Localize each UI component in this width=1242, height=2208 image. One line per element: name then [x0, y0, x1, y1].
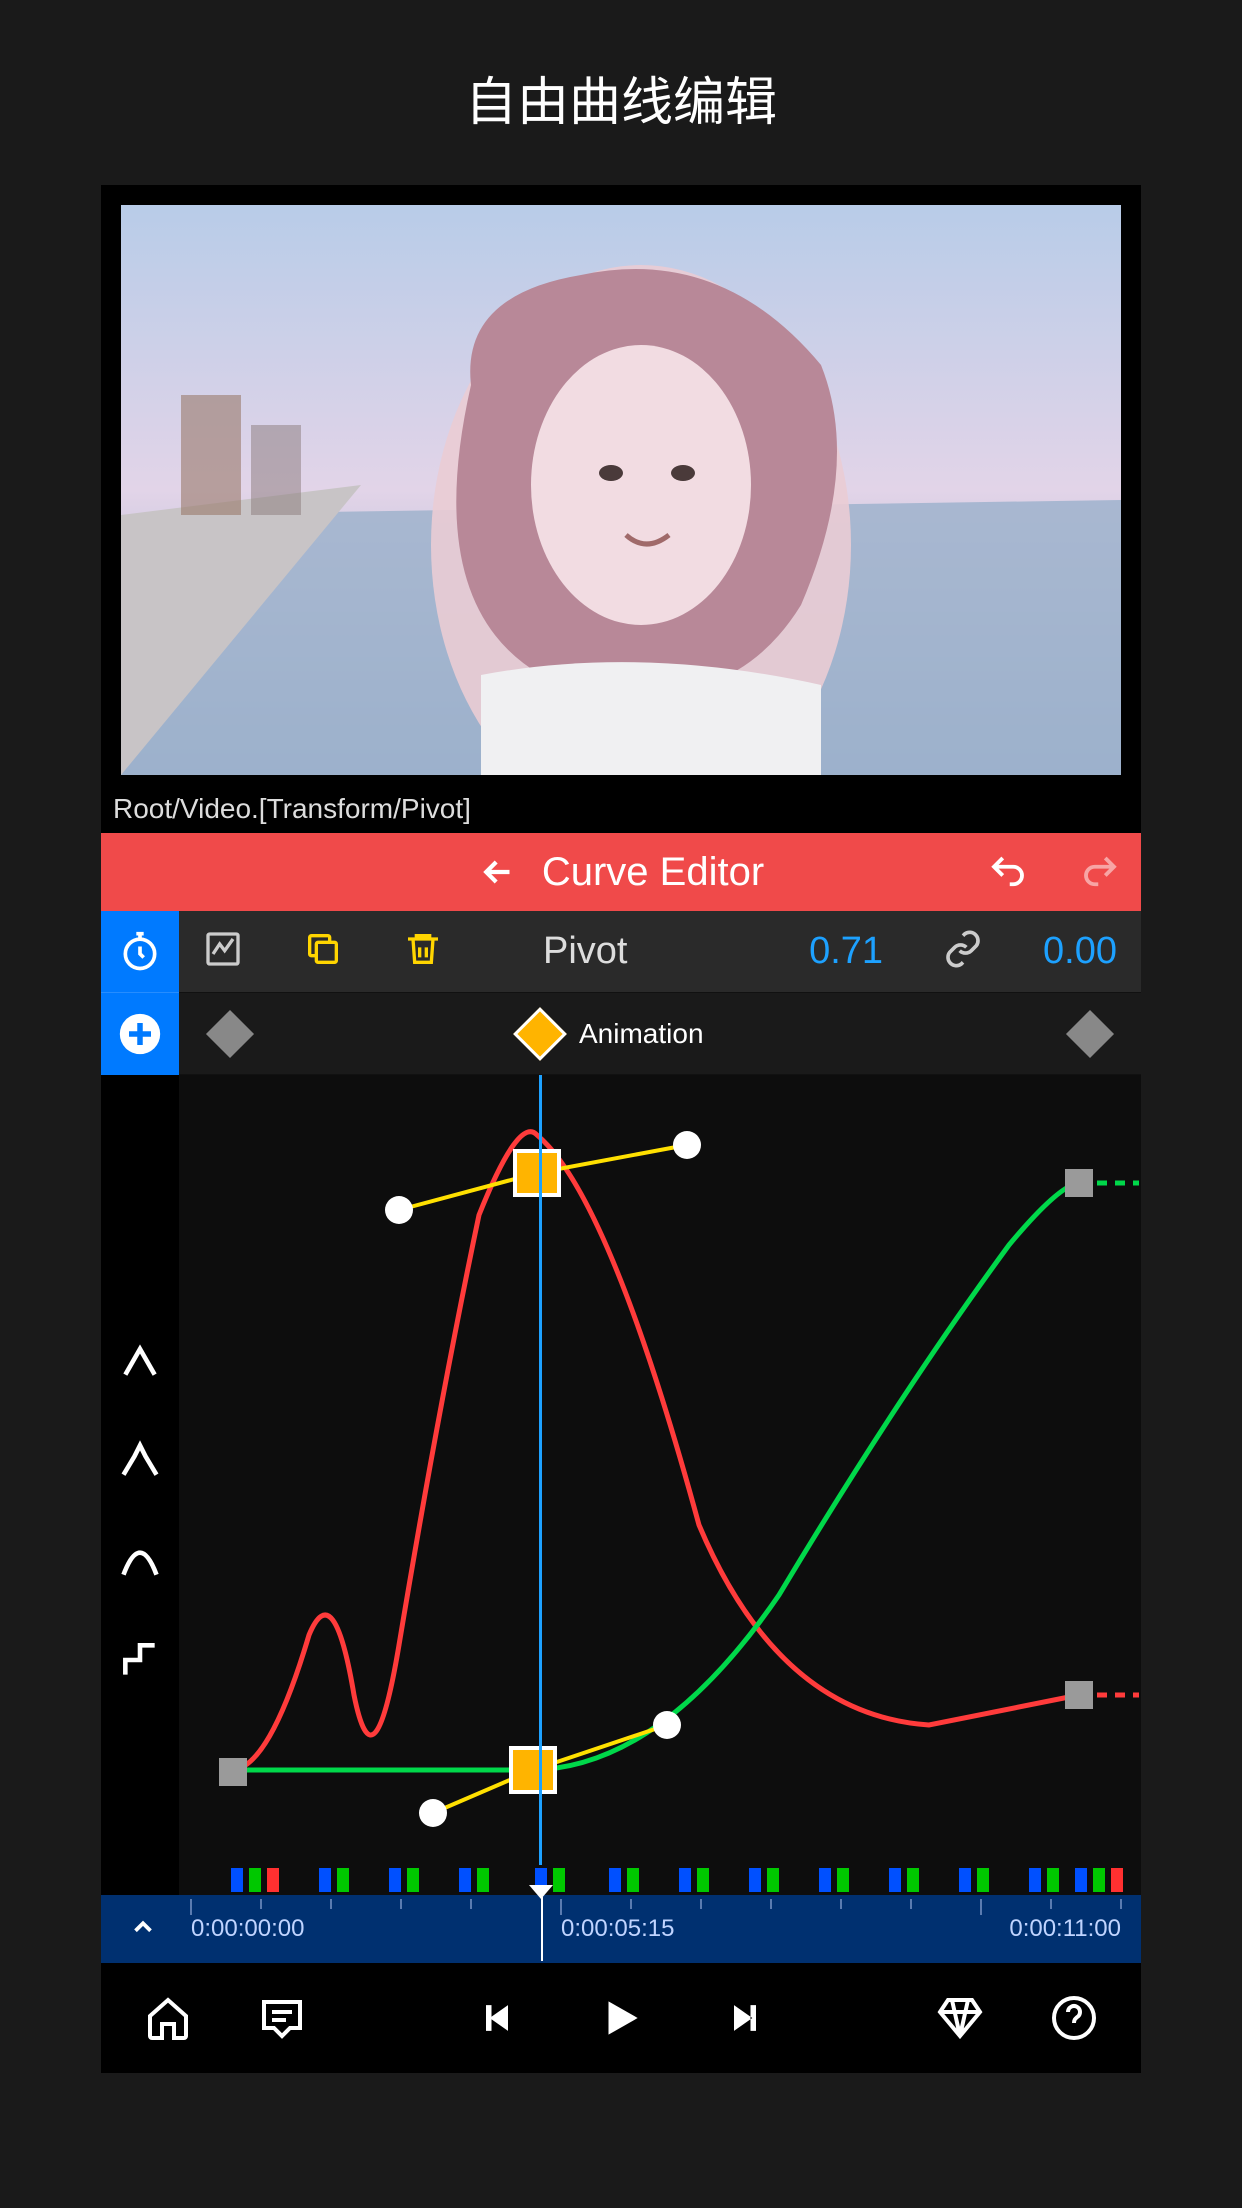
- bottom-bar: [101, 1963, 1141, 2073]
- step-back-icon[interactable]: [470, 1991, 524, 2045]
- rail-add-button[interactable]: [101, 993, 179, 1075]
- link-icon[interactable]: [943, 929, 983, 974]
- tool-sharp-icon[interactable]: [115, 1435, 165, 1485]
- tool-linear-icon[interactable]: [115, 1335, 165, 1385]
- video-preview[interactable]: [121, 205, 1121, 775]
- toolbar-value-a[interactable]: 0.71: [809, 930, 883, 973]
- timeline-ticks: [101, 1895, 1141, 1963]
- app-frame: Root/Video.[Transform/Pivot] Curve Edito…: [101, 185, 1141, 2073]
- rail-clock-button[interactable]: [101, 911, 179, 993]
- editor-body: Pivot 0.71 0.00 Animation: [101, 911, 1141, 1895]
- undo-icon[interactable]: [987, 851, 1029, 893]
- comment-icon[interactable]: [255, 1991, 309, 2045]
- play-icon[interactable]: [594, 1991, 648, 2045]
- page-title: 自由曲线编辑: [0, 0, 1242, 185]
- titlebar-title: Curve Editor: [542, 850, 764, 895]
- tool-step-icon[interactable]: [115, 1635, 165, 1685]
- trash-icon[interactable]: [403, 929, 443, 974]
- back-arrow-icon[interactable]: [478, 852, 518, 892]
- curve-canvas[interactable]: [179, 1075, 1141, 1865]
- keyframe-diamond-end[interactable]: [1066, 1009, 1114, 1057]
- toolbar-value-b[interactable]: 0.00: [1043, 930, 1117, 973]
- toolbar: Pivot 0.71 0.00: [179, 911, 1141, 993]
- diamond-icon[interactable]: [933, 1991, 987, 2045]
- keyframe-row[interactable]: Animation: [179, 993, 1141, 1075]
- keyframe-label: Animation: [579, 1018, 704, 1050]
- main-panel: Pivot 0.71 0.00 Animation: [179, 911, 1141, 1895]
- help-icon[interactable]: [1047, 1991, 1101, 2045]
- timeline[interactable]: 0:00:00:00 0:00:05:15 0:00:11:00: [101, 1895, 1141, 1963]
- tool-bezier-icon[interactable]: [115, 1535, 165, 1585]
- chart-icon[interactable]: [203, 929, 243, 974]
- marker-strip: [179, 1865, 1141, 1895]
- playhead-line[interactable]: [539, 1075, 542, 1865]
- left-rail: [101, 911, 179, 1895]
- copy-icon[interactable]: [303, 929, 343, 974]
- step-forward-icon[interactable]: [718, 1991, 772, 2045]
- preview-placeholder: [121, 205, 1121, 775]
- toolbar-property-label: Pivot: [543, 930, 627, 973]
- keyframe-diamond-start[interactable]: [206, 1009, 254, 1057]
- breadcrumb: Root/Video.[Transform/Pivot]: [101, 785, 1141, 833]
- keyframe-diamond-current[interactable]: [513, 1007, 567, 1061]
- home-icon[interactable]: [141, 1991, 195, 2045]
- redo-icon[interactable]: [1079, 851, 1121, 893]
- titlebar: Curve Editor: [101, 833, 1141, 911]
